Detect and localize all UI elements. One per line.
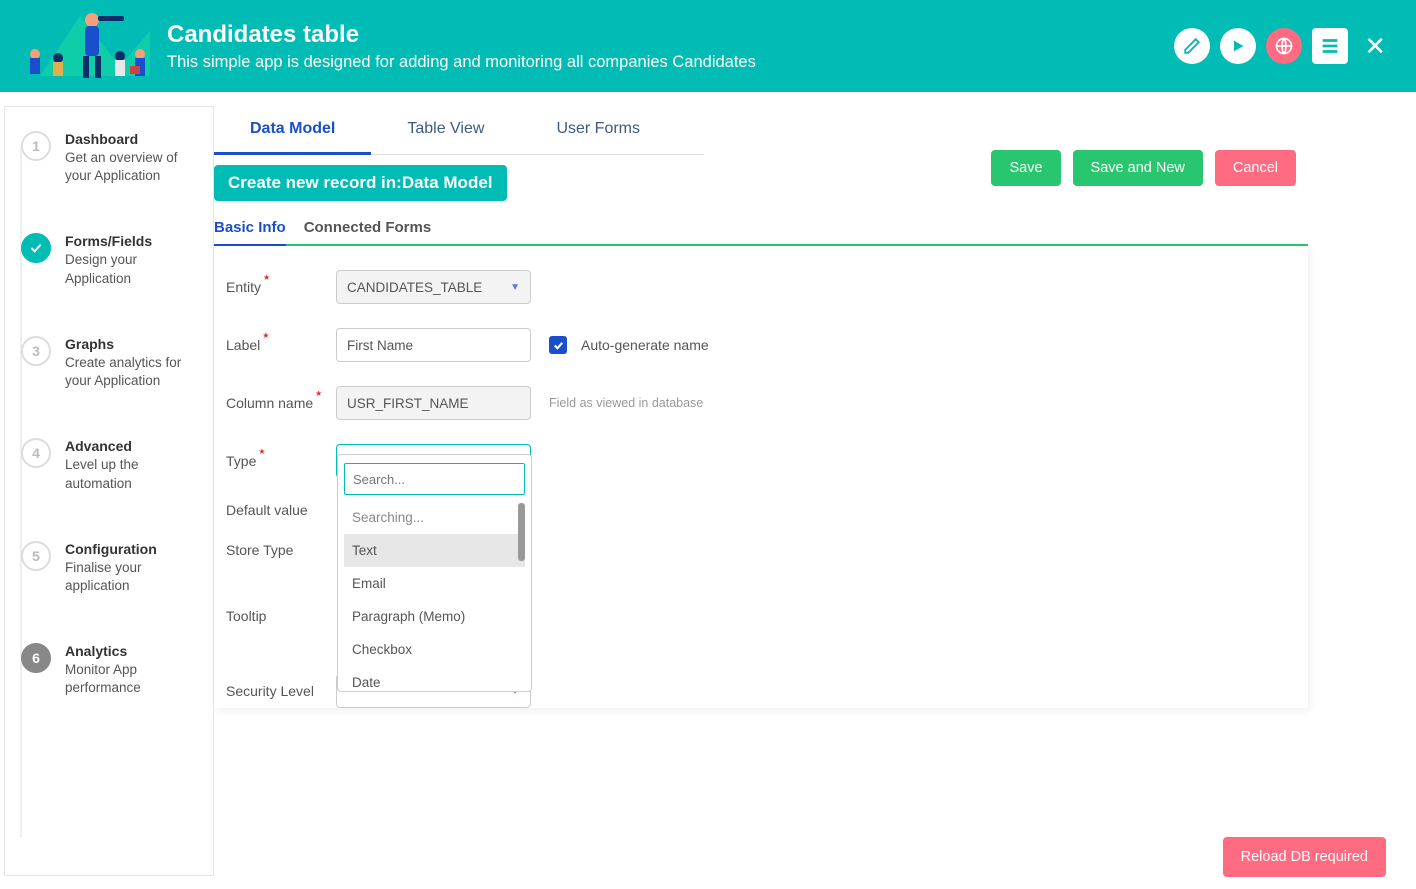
step-desc: Create analytics for your Application — [65, 354, 197, 390]
label-default-value: Default value — [226, 502, 336, 518]
dropdown-option-email[interactable]: Email — [344, 567, 525, 600]
entity-value: CANDIDATES_TABLE — [347, 280, 482, 295]
step-number: 3 — [21, 336, 51, 366]
step-number: 1 — [21, 131, 51, 161]
column-hint: Field as viewed in database — [549, 396, 703, 410]
step-title: Graphs — [65, 336, 197, 352]
globe-icon — [1274, 36, 1294, 56]
chevron-down-icon: ▼ — [510, 282, 520, 293]
edit-button[interactable] — [1174, 28, 1210, 64]
label-label: Label — [226, 337, 336, 353]
pencil-icon — [1183, 37, 1201, 55]
inner-tab-basic-info[interactable]: Basic Info — [214, 219, 286, 246]
dropdown-list: Searching... Text Email Paragraph (Memo)… — [344, 501, 525, 691]
play-button[interactable] — [1220, 28, 1256, 64]
action-buttons: Save Save and New Cancel — [991, 150, 1296, 186]
step-desc: Finalise your application — [65, 559, 197, 595]
step-advanced[interactable]: 4 Advanced Level up the automation — [21, 438, 197, 492]
entity-select[interactable]: CANDIDATES_TABLE ▼ — [336, 270, 531, 304]
dropdown-search-input[interactable] — [344, 463, 525, 495]
step-graphs[interactable]: 3 Graphs Create analytics for your Appli… — [21, 336, 197, 390]
check-icon — [28, 240, 44, 256]
label-column-name: Column name — [226, 395, 336, 411]
main-tabs: Data Model Table View User Forms — [214, 106, 704, 155]
label-type: Type — [226, 453, 336, 469]
close-button[interactable]: ✕ — [1364, 31, 1386, 62]
tab-table-view[interactable]: Table View — [371, 106, 520, 154]
auto-generate-label: Auto-generate name — [581, 337, 709, 353]
step-desc: Design your Application — [65, 251, 197, 287]
step-dashboard[interactable]: 1 Dashboard Get an overview of your Appl… — [21, 131, 197, 185]
tab-user-forms[interactable]: User Forms — [520, 106, 676, 154]
globe-button[interactable] — [1266, 28, 1302, 64]
auto-generate-checkbox[interactable] — [549, 336, 567, 354]
app-title: Candidates table — [167, 21, 1174, 49]
inner-tabs: Basic Info Connected Forms — [214, 219, 1308, 246]
dropdown-option-checkbox[interactable]: Checkbox — [344, 633, 525, 666]
inner-tab-connected-forms[interactable]: Connected Forms — [304, 219, 432, 244]
step-number: 5 — [21, 541, 51, 571]
save-and-new-button[interactable]: Save and New — [1073, 150, 1203, 186]
step-desc: Monitor App performance — [65, 661, 197, 697]
create-record-pill: Create new record in:Data Model — [214, 165, 507, 201]
app-subtitle: This simple app is designed for adding a… — [167, 53, 1174, 72]
cancel-button[interactable]: Cancel — [1215, 150, 1296, 186]
dropdown-option-paragraph[interactable]: Paragraph (Memo) — [344, 600, 525, 633]
step-desc: Get an overview of your Application — [65, 149, 197, 185]
column-name-input[interactable] — [336, 386, 531, 420]
app-header: Candidates table This simple app is desi… — [0, 0, 1416, 92]
header-actions: ✕ — [1174, 28, 1386, 64]
reload-db-button[interactable]: Reload DB required — [1223, 837, 1386, 877]
step-title: Analytics — [65, 643, 197, 659]
menu-button[interactable] — [1312, 28, 1348, 64]
step-title: Forms/Fields — [65, 233, 197, 249]
main-content: Data Model Table View User Forms Create … — [214, 92, 1416, 876]
step-title: Configuration — [65, 541, 197, 557]
label-tooltip: Tooltip — [226, 608, 336, 624]
step-configuration[interactable]: 5 Configuration Finalise your applicatio… — [21, 541, 197, 595]
dropdown-scrollbar[interactable] — [518, 503, 525, 561]
label-input[interactable] — [336, 328, 531, 362]
tab-data-model[interactable]: Data Model — [214, 106, 371, 155]
label-store-type: Store Type — [226, 542, 336, 558]
save-button[interactable]: Save — [991, 150, 1060, 186]
dropdown-option-text[interactable]: Text — [344, 534, 525, 567]
step-number — [21, 233, 51, 263]
sidebar: 1 Dashboard Get an overview of your Appl… — [4, 106, 214, 876]
step-desc: Level up the automation — [65, 456, 197, 492]
step-title: Dashboard — [65, 131, 197, 147]
label-entity: Entity — [226, 279, 336, 295]
form-area: Entity CANDIDATES_TABLE ▼ Label Auto-gen… — [214, 246, 1308, 708]
step-number: 4 — [21, 438, 51, 468]
step-analytics[interactable]: 6 Analytics Monitor App performance — [21, 643, 197, 697]
step-number: 6 — [21, 643, 51, 673]
row-label: Label Auto-generate name — [226, 328, 1308, 362]
dropdown-option-date[interactable]: Date — [344, 666, 525, 691]
row-column-name: Column name Field as viewed in database — [226, 386, 1308, 420]
check-icon — [552, 339, 565, 352]
row-entity: Entity CANDIDATES_TABLE ▼ — [226, 270, 1308, 304]
type-dropdown: Searching... Text Email Paragraph (Memo)… — [337, 454, 532, 692]
dropdown-searching: Searching... — [344, 501, 525, 534]
play-icon — [1230, 38, 1246, 54]
step-title: Advanced — [65, 438, 197, 454]
label-security-level: Security Level — [226, 683, 336, 699]
step-forms-fields[interactable]: Forms/Fields Design your Application — [21, 233, 197, 287]
menu-icon — [1319, 35, 1341, 57]
header-text: Candidates table This simple app is desi… — [167, 21, 1174, 72]
header-illustration — [10, 6, 155, 86]
